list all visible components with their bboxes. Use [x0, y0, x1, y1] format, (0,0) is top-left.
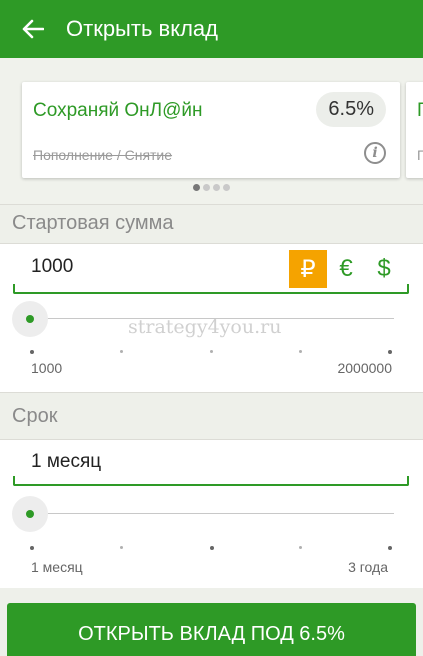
term-label: Срок — [12, 405, 58, 427]
term-header: Срок — [0, 392, 423, 440]
app-bar: Открыть вклад — [0, 0, 423, 58]
start-amount-header: Стартовая сумма — [0, 204, 423, 244]
carousel-dot[interactable] — [213, 184, 220, 191]
deposit-name: Сохраняй ОнЛ@йн — [33, 100, 203, 121]
deposit-options: Пополнение / Снятие — [33, 147, 173, 163]
deposit-name-next: П — [417, 100, 423, 122]
deposit-options-next: П — [417, 147, 423, 163]
amount-slider-thumb[interactable] — [12, 301, 48, 337]
currency-eur-button[interactable]: € — [327, 250, 365, 288]
rate-badge: 6.5% — [316, 92, 386, 127]
deposit-card[interactable]: Сохраняй ОнЛ@йн 6.5% Пополнение / Снятие… — [22, 82, 400, 178]
term-input[interactable]: 1 месяц — [31, 451, 101, 473]
arrow-left-icon — [22, 19, 44, 39]
watermark: strategy4you.ru — [128, 316, 282, 338]
currency-usd-button[interactable]: $ — [365, 250, 403, 288]
start-amount-label: Стартовая сумма — [12, 212, 174, 234]
open-deposit-button[interactable]: ОТКРЫТЬ ВКЛАД ПОД 6.5% — [7, 603, 416, 656]
open-deposit-label: ОТКРЫТЬ ВКЛАД ПОД 6.5% — [78, 623, 345, 645]
currency-rub-button[interactable]: ₽ — [289, 250, 327, 288]
term-panel: 1 месяц 1 месяц 3 года — [0, 440, 423, 588]
amount-max-label: 2000000 — [337, 360, 392, 376]
term-slider[interactable] — [12, 494, 394, 534]
amount-field[interactable]: 1000 ₽ € $ — [12, 248, 410, 294]
carousel-dot[interactable] — [223, 184, 230, 191]
term-field[interactable]: 1 месяц — [12, 440, 410, 486]
amount-input[interactable]: 1000 — [31, 256, 73, 278]
deposit-carousel[interactable]: Сохраняй ОнЛ@йн 6.5% Пополнение / Снятие… — [0, 58, 423, 204]
info-icon[interactable]: i — [364, 142, 386, 164]
carousel-dot[interactable] — [203, 184, 210, 191]
deposit-card-next[interactable]: П П — [406, 82, 423, 178]
back-button[interactable] — [0, 0, 66, 58]
carousel-dot[interactable] — [193, 184, 200, 191]
carousel-pagination — [0, 184, 423, 191]
term-max-label: 3 года — [348, 559, 388, 575]
term-slider-thumb[interactable] — [12, 496, 48, 532]
amount-min-label: 1000 — [31, 360, 63, 376]
page-title: Открыть вклад — [66, 16, 218, 41]
term-min-label: 1 месяц — [31, 559, 83, 575]
